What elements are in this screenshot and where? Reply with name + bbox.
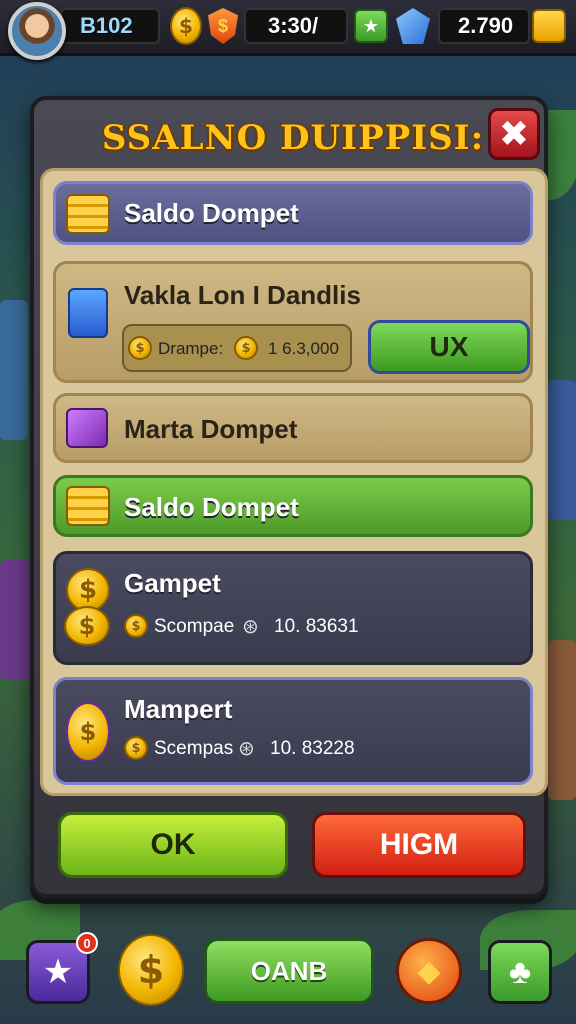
balance-value: 1 6.3,000 bbox=[268, 339, 339, 358]
stat-left-value: B102 bbox=[80, 13, 133, 38]
list-item-mampert[interactable]: $ Mampert $ Scempas ⊛ 10. 83228 bbox=[53, 677, 533, 785]
clover-icon[interactable]: ♣ bbox=[488, 940, 552, 1004]
row-label: Saldo Dompet bbox=[124, 198, 299, 228]
wallet-dialog: SSALNO DUIPPISI: ✖ Saldo Dompet Vakla Lo… bbox=[30, 96, 548, 898]
dialog-title: SSALNO DUIPPISI: bbox=[101, 118, 485, 158]
background-house bbox=[0, 300, 28, 440]
close-button[interactable]: ✖ bbox=[488, 108, 540, 160]
gold-bars-icon bbox=[66, 194, 110, 234]
notification-badge: 0 bbox=[76, 932, 98, 954]
center-action-button[interactable]: OANB bbox=[204, 938, 374, 1004]
ok-button[interactable]: OK bbox=[58, 812, 288, 878]
gold-box-icon[interactable] bbox=[532, 9, 566, 43]
silver-coin-icon: ⊛ bbox=[238, 738, 255, 760]
gold-bars-icon bbox=[66, 486, 110, 526]
row-label: Mampert bbox=[124, 694, 233, 724]
stat-middle-value: 3:30/ bbox=[268, 13, 319, 38]
row-label: Marta Dompet bbox=[124, 414, 298, 444]
blue-bag-icon bbox=[68, 288, 108, 338]
high-button[interactable]: HIGM bbox=[312, 812, 526, 878]
orange-shield-coin-icon: $ bbox=[208, 8, 238, 44]
detail-label: Scempas bbox=[154, 738, 234, 759]
green-star-icon[interactable]: ★ bbox=[354, 9, 388, 43]
coin-stack-icon: $ bbox=[64, 606, 110, 646]
list-item-saldo-dompet-green[interactable]: Saldo Dompet bbox=[53, 475, 533, 537]
gold-coin-icon: $ bbox=[124, 614, 148, 638]
favorites-button[interactable]: ★ 0 bbox=[26, 932, 98, 1004]
ux-button[interactable]: UX bbox=[368, 320, 530, 374]
coin-stack-icon: $ bbox=[66, 702, 110, 762]
row-label: Saldo Dompet bbox=[124, 492, 299, 522]
row-label: Vakla Lon I Dandlis bbox=[124, 280, 361, 310]
detail-value: 10. 83228 bbox=[270, 738, 355, 759]
row-label: Gampet bbox=[124, 568, 221, 598]
list-item-saldo-dompet[interactable]: Saldo Dompet bbox=[53, 181, 533, 245]
purple-wallet-icon bbox=[66, 408, 108, 448]
gold-coin-icon: $ bbox=[170, 7, 202, 45]
stat-right-value: 2.790 bbox=[458, 13, 514, 38]
gold-coin-button[interactable]: $ bbox=[118, 934, 184, 1006]
background-house bbox=[0, 560, 30, 680]
silver-coin-icon: ⊛ bbox=[242, 616, 259, 638]
top-status-bar: B102 $ $ 3:30/ ★ 2.790 bbox=[0, 0, 576, 56]
player-avatar[interactable] bbox=[8, 2, 66, 60]
list-item-vakla: Vakla Lon I Dandlis $ Drampe: $ 1 6.3,00… bbox=[53, 261, 533, 383]
list-item-marta-dompet[interactable]: Marta Dompet bbox=[53, 393, 533, 463]
blue-gem-icon bbox=[396, 8, 430, 44]
gold-coin-icon: $ bbox=[128, 336, 152, 360]
list-item-gampet[interactable]: $ $ Gampet $ Scompae ⊛ 10. 83631 bbox=[53, 551, 533, 665]
gold-coin-icon: $ bbox=[234, 336, 258, 360]
orange-badge-button[interactable]: ◆ bbox=[396, 938, 462, 1004]
detail-label: Scompae bbox=[154, 616, 235, 637]
dialog-content-panel: Saldo Dompet Vakla Lon I Dandlis $ Dramp… bbox=[40, 168, 548, 796]
balance-label: Drampe: bbox=[158, 339, 224, 358]
gold-coin-icon: $ bbox=[124, 736, 148, 760]
background-house bbox=[548, 380, 576, 520]
background-house bbox=[548, 640, 576, 800]
detail-value: 10. 83631 bbox=[274, 616, 359, 637]
